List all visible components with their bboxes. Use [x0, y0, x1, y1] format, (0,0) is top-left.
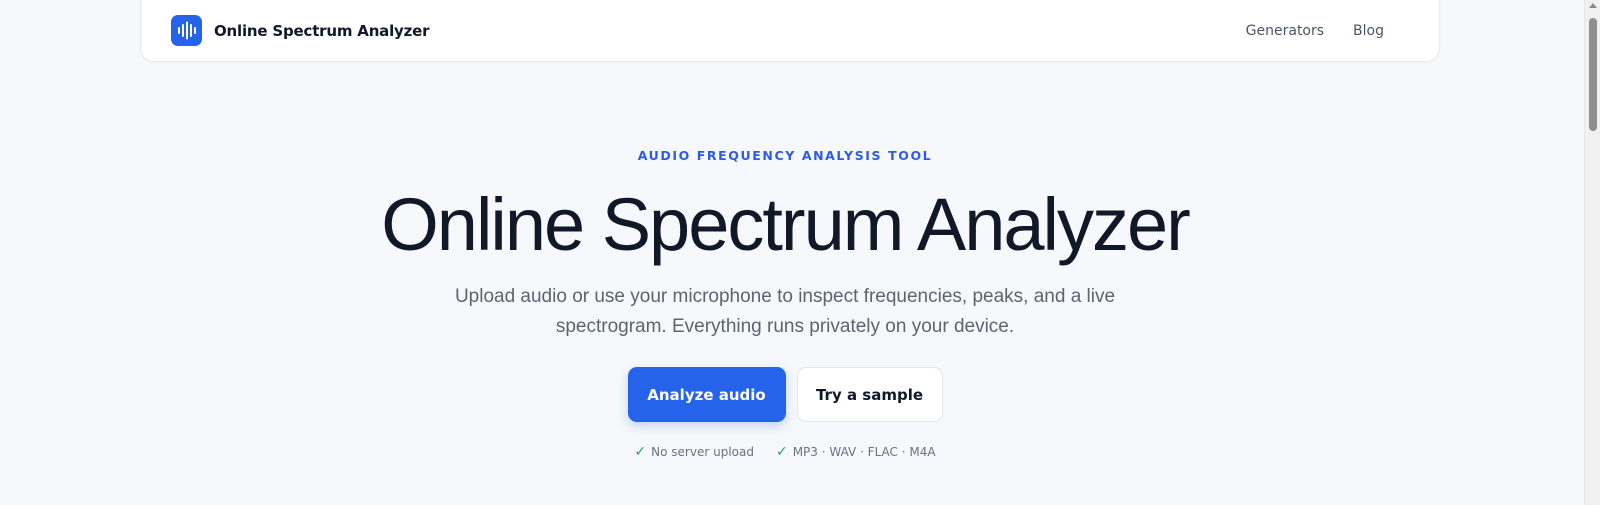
page: Online Spectrum Analyzer Generators Blog…: [0, 0, 1600, 505]
vertical-scrollbar[interactable]: [1584, 0, 1600, 505]
nav-link-generators[interactable]: Generators: [1246, 23, 1324, 39]
top-navbar: Online Spectrum Analyzer Generators Blog: [140, 0, 1440, 62]
waveform-icon: [171, 15, 202, 46]
scrollbar-thumb[interactable]: [1589, 18, 1597, 131]
try-sample-button[interactable]: Try a sample: [796, 367, 943, 422]
check-icon: ✓: [775, 444, 788, 460]
hero-actions: Analyze audio Try a sample: [0, 367, 1570, 422]
brand-name: Online Spectrum Analyzer: [214, 21, 430, 40]
hero-subtitle: Upload audio or use your microphone to i…: [454, 286, 1116, 337]
feature-list: ✓ No server upload ✓ MP3 · WAV · FLAC · …: [0, 444, 1570, 460]
nav-link-blog[interactable]: Blog: [1353, 23, 1384, 39]
nav-links: Generators Blog: [1246, 23, 1384, 39]
hero-eyebrow: AUDIO FREQUENCY ANALYSIS TOOL: [637, 148, 933, 163]
brand-link[interactable]: Online Spectrum Analyzer: [171, 15, 430, 46]
page-title: Online Spectrum Analyzer: [381, 183, 1191, 266]
feature-label: No server upload: [651, 445, 754, 459]
scroll-up-arrow-icon[interactable]: [1589, 3, 1597, 8]
analyze-audio-button[interactable]: Analyze audio: [627, 367, 786, 422]
check-icon: ✓: [634, 444, 647, 460]
feature-item-no-upload: ✓ No server upload: [634, 444, 754, 460]
feature-label: MP3 · WAV · FLAC · M4A: [792, 445, 936, 459]
feature-item-formats: ✓ MP3 · WAV · FLAC · M4A: [776, 444, 936, 460]
